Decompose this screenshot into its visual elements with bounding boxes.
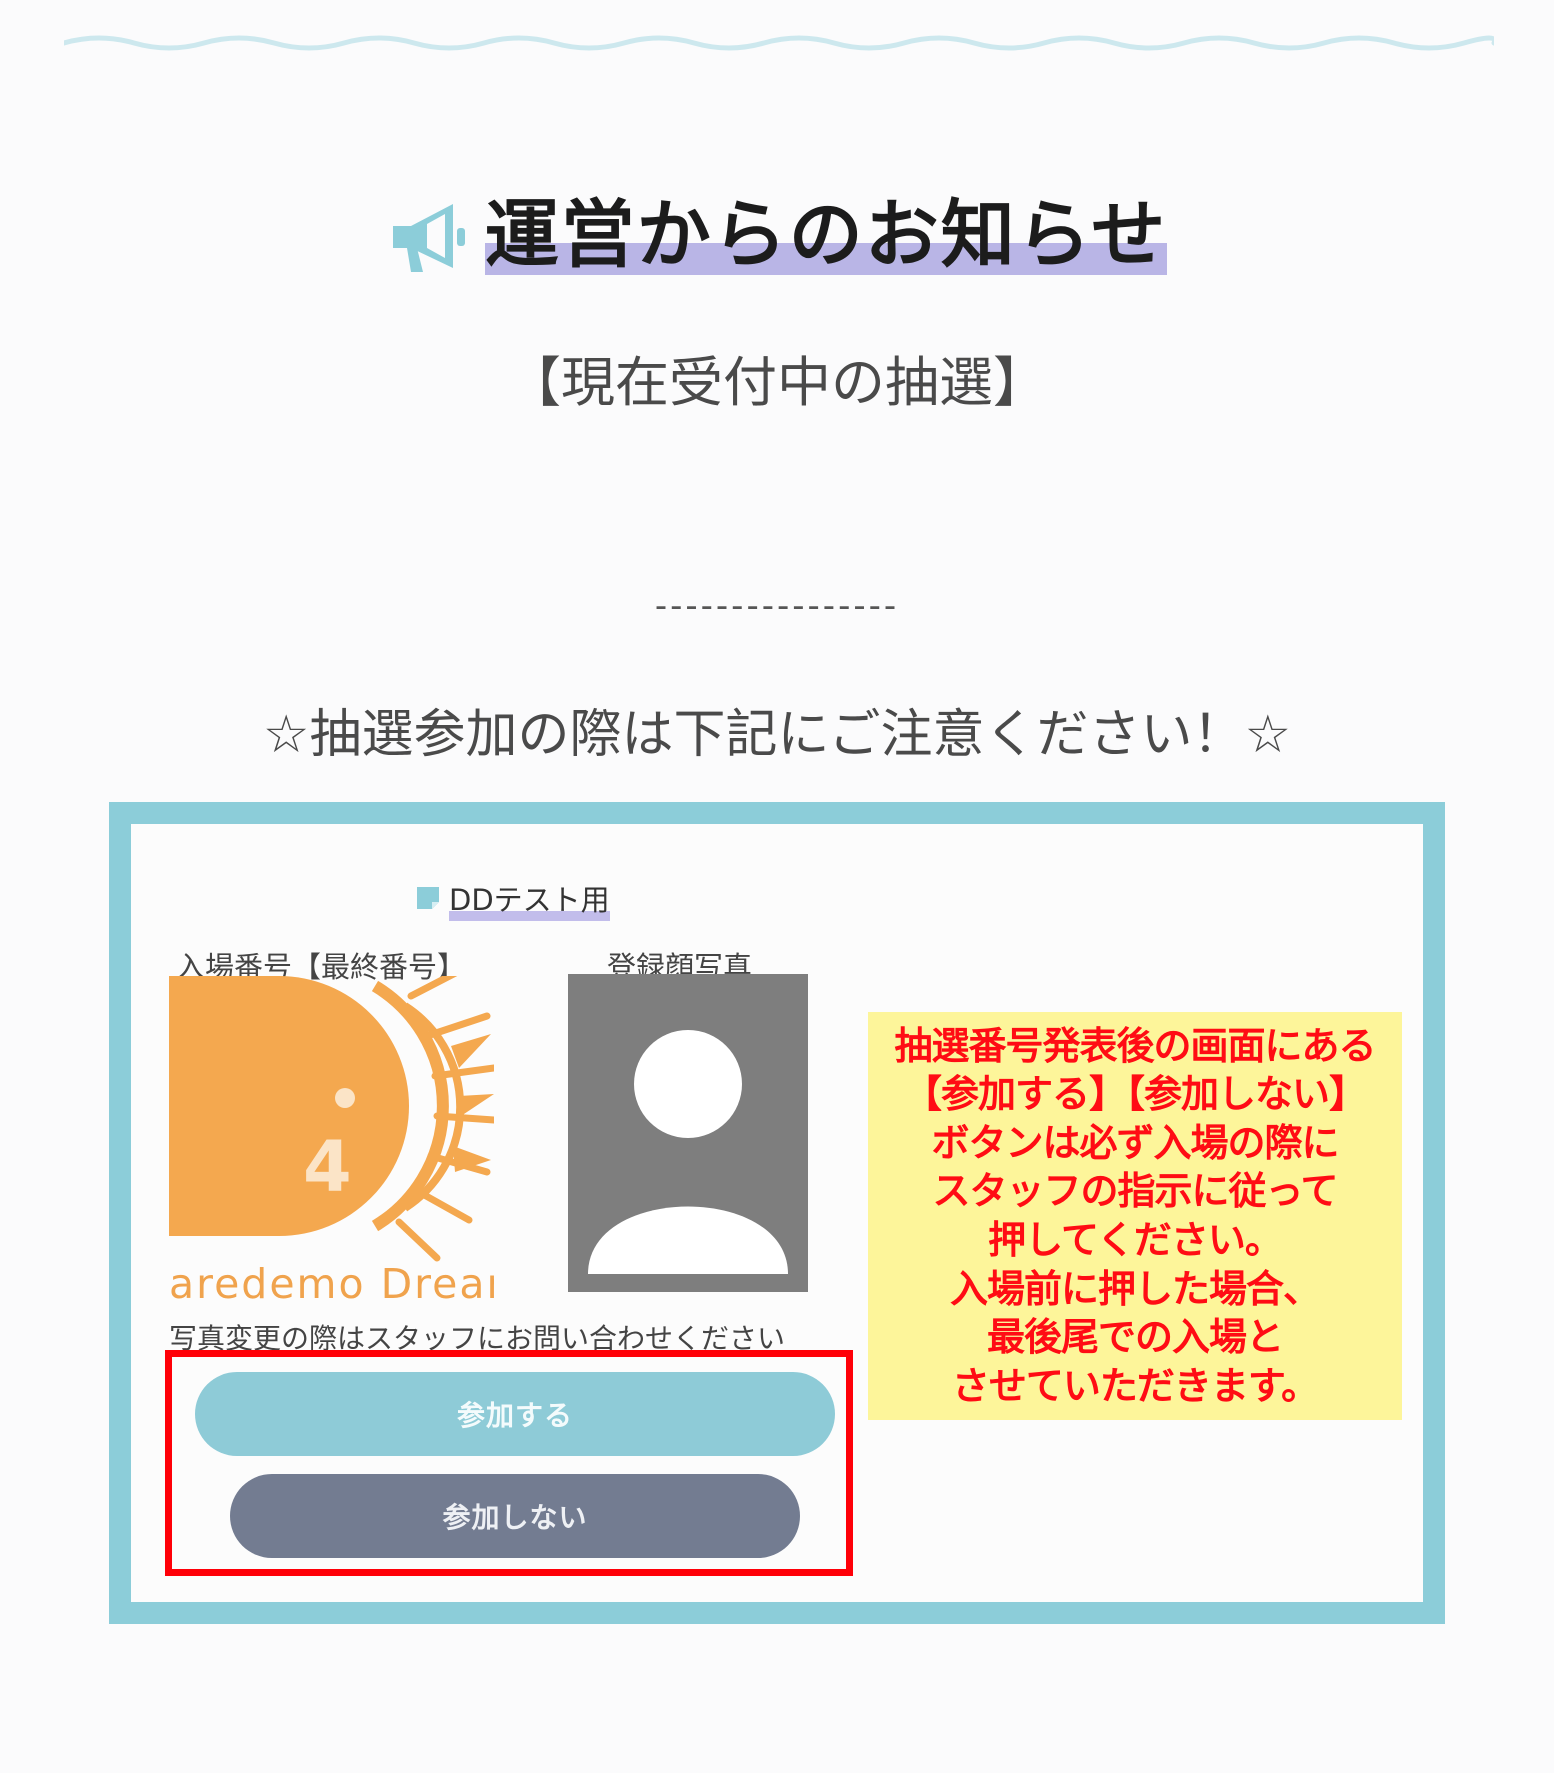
join-button[interactable]: 参加する xyxy=(195,1372,835,1456)
face-photo-placeholder xyxy=(568,974,808,1292)
megaphone-icon xyxy=(392,204,465,272)
event-title: DDテスト用 xyxy=(449,877,610,921)
page-title: 運営からのお知らせ xyxy=(484,191,1168,278)
dashed-separator: ---------------- xyxy=(654,586,900,626)
buttons-highlight-box: 参加する 参加しない xyxy=(165,1350,853,1576)
event-title-label: DDテスト用 xyxy=(449,883,610,917)
current-lottery-heading: 【現在受付中の抽選】 xyxy=(507,351,1047,414)
decline-button[interactable]: 参加しない xyxy=(230,1474,800,1558)
page-title-wrap: 運営からのお知らせ xyxy=(484,191,1168,280)
logo-wordmark: aredemo Drean xyxy=(169,1260,494,1306)
entry-number: 4 xyxy=(303,1126,352,1208)
entry-number-logo: 4 aredemo Drean xyxy=(169,976,494,1306)
note-icon xyxy=(417,887,439,909)
person-silhouette-icon xyxy=(588,1030,788,1274)
warning-text: 抽選番号発表後の画面にある 【参加する】【参加しない】 ボタンは必ず入場の際に … xyxy=(894,1023,1376,1408)
page-header: 運営からのお知らせ xyxy=(0,185,1554,285)
event-title-row: DDテスト用 xyxy=(415,877,610,921)
caution-notice: ☆抽選参加の際は下記にご注意ください！☆ xyxy=(262,705,1292,765)
warning-box: 抽選番号発表後の画面にある 【参加する】【参加しない】 ボタンは必ず入場の際に … xyxy=(868,1012,1402,1420)
example-screenshot-frame: DDテスト用 入場番号【最終番号】 登録顔写真 4 aredemo Drean … xyxy=(109,802,1445,1624)
wave-divider xyxy=(64,35,1494,51)
